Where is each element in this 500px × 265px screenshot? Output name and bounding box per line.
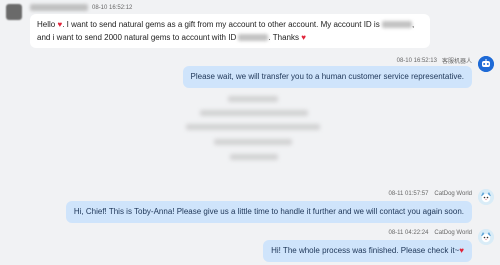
message-3-timestamp: 08-11 01:57:57	[388, 191, 429, 197]
message-3-bubble[interactable]: Hi, Chief! This is Toby-Anna! Please giv…	[65, 201, 472, 223]
redacted-block	[230, 154, 278, 160]
catdog-avatar[interactable]	[478, 229, 494, 245]
heart-icon: ♥	[459, 246, 464, 255]
message-4-meta: 08-11 04:22:24 CatDog World	[388, 230, 472, 236]
message-3-meta: 08-11 01:57:57 CatDog World	[388, 191, 472, 197]
robot-icon[interactable]	[478, 56, 494, 72]
redacted-block	[186, 124, 320, 130]
target-id-redacted	[238, 34, 269, 42]
message-1-hello: Hello	[37, 20, 56, 29]
message-2-meta: 08-10 16:52:13 客服机器人	[396, 56, 472, 66]
message-1-meta: 08-10 16:52:12	[30, 4, 132, 11]
redacted-block	[228, 96, 278, 102]
message-4-timestamp: 08-11 04:22:24	[388, 230, 429, 236]
message-2-sender: 客服机器人	[441, 59, 472, 65]
message-1-part3: . Thanks	[268, 33, 300, 42]
user-avatar[interactable]	[6, 4, 22, 20]
message-1-timestamp: 08-10 16:52:12	[92, 4, 133, 11]
redacted-block	[214, 139, 292, 145]
message-4-text: Hi! The whole process was finished. Plea…	[271, 246, 460, 255]
message-3-text: Hi, Chief! This is Toby-Anna! Please giv…	[73, 207, 464, 216]
message-4-bubble[interactable]: Hi! The whole process was finished. Plea…	[263, 240, 472, 262]
heart-icon: ♥	[301, 33, 306, 42]
message-2-bubble[interactable]: Please wait, we will transfer you to a h…	[182, 66, 472, 88]
message-4-sender: CatDog World	[434, 230, 472, 236]
message-2-timestamp: 08-10 16:52:13	[396, 57, 437, 64]
sender-name-redacted	[30, 4, 88, 11]
message-2-text: Please wait, we will transfer you to a h…	[190, 72, 464, 81]
message-1-bubble[interactable]: Hello ♥ . I want to send natural gems as …	[30, 14, 430, 48]
account-id-redacted	[381, 21, 412, 29]
redacted-block	[200, 110, 308, 116]
message-1-part1: . I want to send natural gems as a gift …	[62, 20, 380, 29]
message-3-sender: CatDog World	[434, 191, 472, 197]
catdog-avatar[interactable]	[478, 189, 494, 205]
